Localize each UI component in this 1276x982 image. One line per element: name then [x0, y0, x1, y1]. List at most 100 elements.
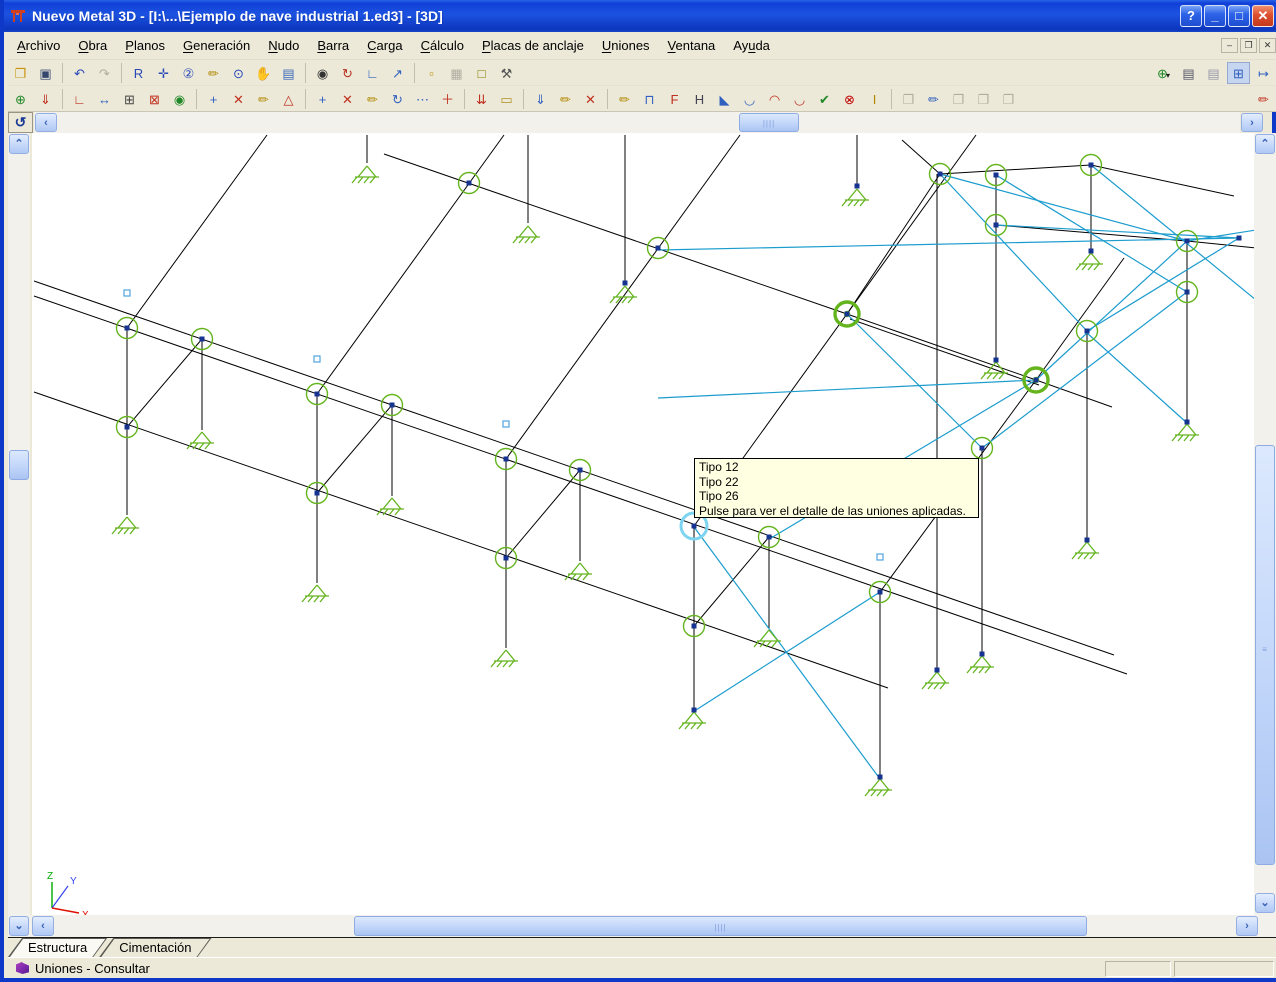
search-button[interactable]: ◉	[311, 62, 334, 84]
pan-button[interactable]: ✋	[252, 62, 275, 84]
redo-button[interactable]: ↷	[93, 62, 116, 84]
open-button[interactable]: ❐	[9, 62, 32, 84]
globe-button[interactable]: ⊕	[9, 88, 32, 110]
zoom-window-button[interactable]: ⊙	[227, 62, 250, 84]
minimize-button[interactable]: _	[1204, 5, 1226, 27]
deflection-button[interactable]: ◡	[738, 88, 761, 110]
tab-estructura[interactable]: Estructura	[8, 938, 107, 957]
edit-text-button[interactable]: ✏	[922, 88, 945, 110]
left-scroll-down-button[interactable]: ⌄	[9, 916, 29, 936]
select-nodes-button[interactable]: ⊞	[118, 88, 141, 110]
delete-load-button[interactable]: ✕	[579, 88, 602, 110]
menu-barra[interactable]: Barra	[308, 34, 358, 57]
divide-bar-button[interactable]: ⋯	[411, 88, 434, 110]
top-scroll-thumb[interactable]: ||||	[739, 113, 799, 132]
delete-deflection-button[interactable]: ◠	[763, 88, 786, 110]
bottom-scroll-thumb[interactable]: ||||	[354, 916, 1087, 936]
tie-button[interactable]: ◣	[713, 88, 736, 110]
close-button[interactable]: ✕	[1252, 5, 1274, 27]
stop-button[interactable]: ⊗	[838, 88, 861, 110]
title-bar[interactable]: Nuevo Metal 3D - [I:\...\Ejemplo de nave…	[4, 0, 1276, 32]
edit-node-button[interactable]: ✏	[252, 88, 275, 110]
new-node-button[interactable]: +	[202, 88, 225, 110]
add-load-button[interactable]: ⇓	[529, 88, 552, 110]
help-button[interactable]: ?	[1180, 5, 1202, 27]
pen-palette-button[interactable]: ✏	[1252, 88, 1275, 110]
left-scroll-thumb[interactable]	[9, 450, 29, 480]
new-bar-button[interactable]: +	[311, 88, 334, 110]
axes-button[interactable]: ∟	[68, 88, 91, 110]
join-bar-button[interactable]: ＋	[436, 88, 459, 110]
print-button[interactable]: ▤	[1177, 62, 1200, 84]
left-scroll-up-button[interactable]: ⌃	[9, 134, 29, 154]
selection-grid-button[interactable]: ▦	[445, 62, 468, 84]
rotate-axes-button[interactable]: ↻	[336, 62, 359, 84]
rotate-view-button[interactable]: ↺	[8, 112, 33, 133]
right-scroll-thumb[interactable]: ≡	[1255, 445, 1275, 865]
envelope-button[interactable]: ◡	[788, 88, 811, 110]
selection-box-button[interactable]: ▫	[420, 62, 443, 84]
edit-bar-button[interactable]: ✏	[361, 88, 384, 110]
import-button[interactable]: ⇓	[34, 88, 57, 110]
force-button[interactable]: F	[663, 88, 686, 110]
bottom-scroll-left-button[interactable]: ‹	[32, 916, 54, 936]
frame-button[interactable]: □	[470, 62, 493, 84]
ibeam-button[interactable]: I	[863, 88, 886, 110]
right-scroll-up-button[interactable]: ⌃	[1255, 134, 1275, 154]
top-scroll-right-button[interactable]: ›	[1241, 113, 1263, 132]
menu-uniones[interactable]: Uniones	[593, 34, 659, 57]
delete-bar-button[interactable]: ✕	[336, 88, 359, 110]
portal-button[interactable]: ⊓	[638, 88, 661, 110]
paste-button[interactable]: ❐	[947, 88, 970, 110]
extra1-button[interactable]: ❐	[972, 88, 995, 110]
undo-button[interactable]: ↶	[68, 62, 91, 84]
edit-view-button[interactable]: ✏	[202, 62, 225, 84]
menu-archivo[interactable]: Archivo	[8, 34, 69, 57]
zoom-extents-button[interactable]: ✛	[152, 62, 175, 84]
redraw-button[interactable]: R	[127, 62, 150, 84]
loads-button[interactable]: ⇊	[470, 88, 493, 110]
bottom-scroll-right-button[interactable]: ›	[1236, 916, 1258, 936]
menu-ayuda[interactable]: Ayuda	[724, 34, 779, 57]
print-preview-button[interactable]: ▤	[1202, 62, 1225, 84]
menu-nudo[interactable]: Nudo	[259, 34, 308, 57]
menu-planos[interactable]: Planos	[116, 34, 174, 57]
save-button[interactable]: ▣	[34, 62, 57, 84]
top-scroll-left-button[interactable]: ‹	[35, 113, 57, 132]
menu-obra[interactable]: Obra	[69, 34, 116, 57]
menu-c-lculo[interactable]: Cálculo	[412, 34, 473, 57]
render-globe-button[interactable]: ⊕▾	[1152, 62, 1175, 84]
dimension-button[interactable]: ↔	[93, 88, 116, 110]
menu-carga[interactable]: Carga	[358, 34, 411, 57]
orthogonal-button[interactable]: ∟	[361, 62, 384, 84]
menu-ventana[interactable]: Ventana	[659, 34, 725, 57]
erase-loads-button[interactable]: ▭	[495, 88, 518, 110]
support-button[interactable]: △	[277, 88, 300, 110]
tools-button[interactable]: ⚒	[495, 62, 518, 84]
measure-button[interactable]: ↗	[386, 62, 409, 84]
copy-button[interactable]: ❐	[897, 88, 920, 110]
maximize-button[interactable]: □	[1228, 5, 1250, 27]
deselect-nodes-button[interactable]: ⊠	[143, 88, 166, 110]
model-viewport[interactable]: ZYX Tipo 12Tipo 22Tipo 26Pulse para ver …	[32, 133, 1254, 915]
zoom-x2-button[interactable]: ②	[177, 62, 200, 84]
window-config-button[interactable]: ⊞	[1227, 62, 1250, 84]
top-scrollbar[interactable]	[34, 112, 1240, 133]
extra2-button[interactable]: ❐	[997, 88, 1020, 110]
right-scroll-down-button[interactable]: ⌄	[1255, 893, 1275, 913]
view-axes-button[interactable]: ◉	[168, 88, 191, 110]
exit-view-button[interactable]: ↦	[1252, 62, 1275, 84]
mdi-restore-button[interactable]: ❐	[1240, 38, 1257, 53]
delete-node-button[interactable]: ✕	[227, 88, 250, 110]
menu-placas-de-anclaje[interactable]: Placas de anclaje	[473, 34, 593, 57]
left-scrollbar[interactable]	[8, 133, 30, 915]
tab-cimentación[interactable]: Cimentación	[99, 938, 211, 957]
menu-generaci-n[interactable]: Generación	[174, 34, 259, 57]
describe-button[interactable]: ✏	[613, 88, 636, 110]
profile-button[interactable]: H	[688, 88, 711, 110]
rotate-bar-button[interactable]: ↻	[386, 88, 409, 110]
edit-load-button[interactable]: ✏	[554, 88, 577, 110]
mdi-minimize-button[interactable]: –	[1221, 38, 1238, 53]
mdi-close-button[interactable]: ✕	[1259, 38, 1276, 53]
views-button[interactable]: ▤	[277, 62, 300, 84]
